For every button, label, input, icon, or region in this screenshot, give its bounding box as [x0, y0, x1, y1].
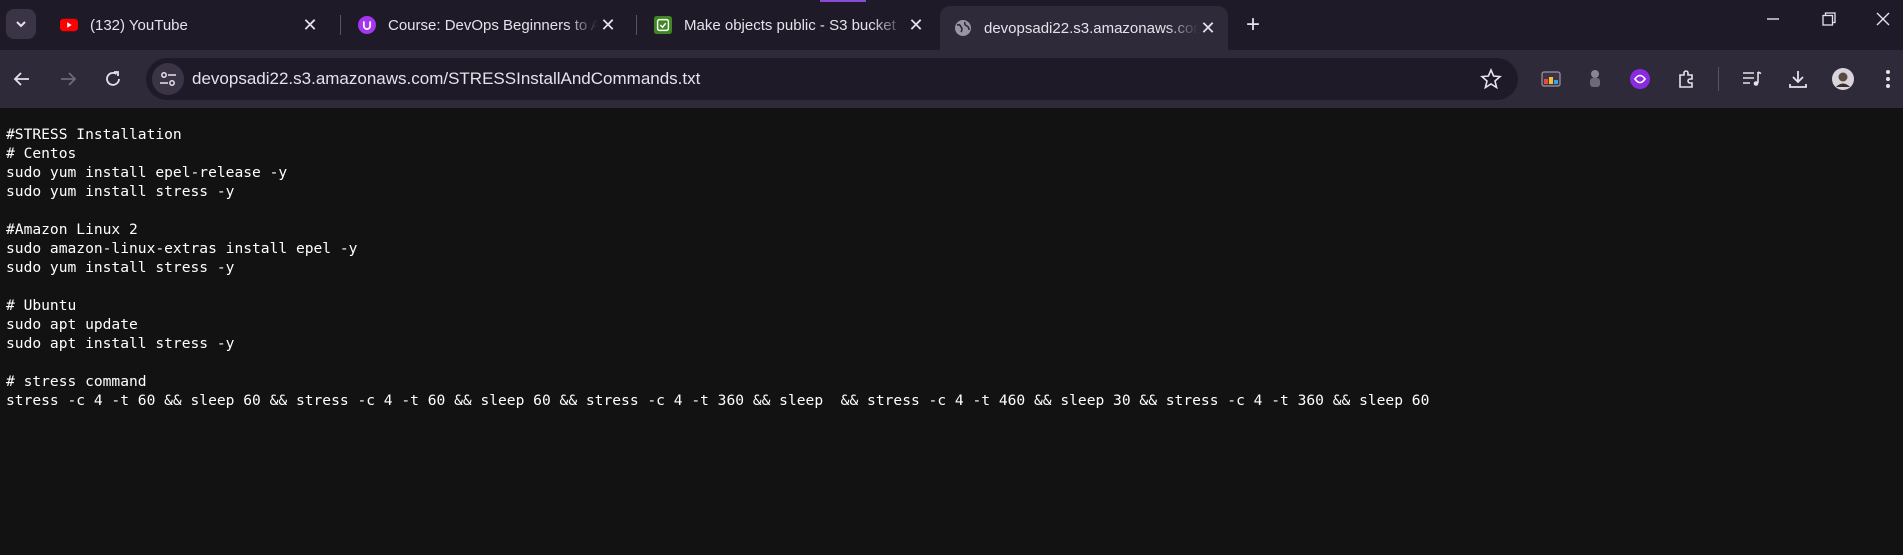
- tab-strip: (132) YouTube ✕ Course: DevOps Beginners…: [0, 0, 1903, 50]
- extension-purple-icon[interactable]: [1626, 65, 1654, 93]
- url-text[interactable]: devopsadi22.s3.amazonaws.com/STRESSInsta…: [192, 69, 700, 89]
- reload-button[interactable]: [97, 63, 129, 95]
- youtube-icon: [60, 16, 78, 34]
- address-bar[interactable]: devopsadi22.s3.amazonaws.com/STRESSInsta…: [146, 58, 1518, 100]
- star-icon: [1480, 67, 1502, 90]
- doc-line: sudo yum install stress -y: [6, 259, 235, 276]
- close-icon[interactable]: ✕: [300, 15, 320, 35]
- arrow-right-icon: [61, 72, 77, 86]
- doc-line: sudo apt update: [6, 316, 138, 333]
- close-icon: [1876, 12, 1890, 26]
- menu-button[interactable]: [1874, 65, 1902, 93]
- tab-title: Make objects public - S3 bucket: [684, 16, 896, 34]
- avatar: [1832, 68, 1854, 90]
- photo-extension-icon: [1541, 71, 1561, 87]
- puzzle-icon: [1679, 70, 1693, 88]
- minimize-button[interactable]: [1753, 10, 1793, 31]
- site-info-button[interactable]: [152, 63, 184, 95]
- doc-line: #Amazon Linux 2: [6, 221, 138, 238]
- close-icon[interactable]: ✕: [598, 15, 618, 35]
- purple-extension-icon: [1630, 69, 1650, 89]
- window-close-button[interactable]: [1863, 10, 1903, 31]
- forward-button[interactable]: [52, 63, 84, 95]
- back-button[interactable]: [6, 63, 38, 95]
- page-content: #STRESS Installation # Centos sudo yum i…: [0, 108, 1903, 555]
- bookmark-star-button[interactable]: [1480, 67, 1502, 95]
- doc-line: sudo amazon-linux-extras install epel -y: [6, 240, 358, 257]
- restore-button[interactable]: [1809, 10, 1849, 31]
- text-document: #STRESS Installation # Centos sudo yum i…: [6, 125, 1429, 410]
- doc-line: sudo apt install stress -y: [6, 335, 235, 352]
- figure-extension-icon: [1590, 70, 1600, 87]
- download-icon: [1789, 71, 1807, 88]
- chevron-down-icon: [16, 21, 26, 28]
- doc-line: # Centos: [6, 145, 77, 162]
- queue-music-icon: [1743, 71, 1762, 86]
- globe-icon: [954, 19, 972, 37]
- tab-title: devopsadi22.s3.amazonaws.com/STRESSInsta…: [984, 19, 1198, 37]
- tab-course[interactable]: Course: DevOps Beginners to Advanced ✕: [344, 6, 628, 44]
- extension-grey-icon[interactable]: [1581, 65, 1609, 93]
- tune-icon: [160, 72, 176, 86]
- arrow-left-icon: [13, 72, 29, 86]
- doc-line: # Ubuntu: [6, 297, 77, 314]
- reload-icon: [106, 71, 120, 86]
- profile-button[interactable]: [1829, 65, 1857, 93]
- tab-s3-bucket[interactable]: Make objects public - S3 bucket ✕: [640, 6, 936, 44]
- doc-line: stress -c 4 -t 60 && sleep 60 && stress …: [6, 392, 1430, 409]
- minimize-icon: [1767, 18, 1779, 20]
- browser-toolbar: devopsadi22.s3.amazonaws.com/STRESSInsta…: [0, 50, 1903, 108]
- more-vert-icon: [1886, 70, 1890, 88]
- udemy-icon: [358, 16, 376, 34]
- doc-line: sudo yum install stress -y: [6, 183, 235, 200]
- tab-group-indicator: [820, 0, 866, 2]
- tab-title: (132) YouTube: [90, 16, 188, 34]
- tab-search-button[interactable]: [6, 9, 36, 39]
- media-controls-button[interactable]: [1738, 65, 1766, 93]
- doc-line: sudo yum install epel-release -y: [6, 164, 288, 181]
- tab-separator: [340, 15, 341, 35]
- new-tab-button[interactable]: +: [1240, 12, 1266, 38]
- toolbar-divider: [1718, 67, 1719, 91]
- tab-title: Course: DevOps Beginners to Advanced: [388, 16, 598, 34]
- close-icon[interactable]: ✕: [1198, 18, 1218, 38]
- tab-separator: [636, 15, 637, 35]
- extension-tab-icon[interactable]: [1537, 65, 1565, 93]
- close-icon[interactable]: ✕: [906, 15, 926, 35]
- extensions-button[interactable]: [1672, 65, 1700, 93]
- doc-line: # stress command: [6, 373, 147, 390]
- doc-line: #STRESS Installation: [6, 126, 182, 143]
- restore-icon: [1822, 12, 1836, 26]
- tab-active-txt[interactable]: devopsadi22.s3.amazonaws.com/STRESSInsta…: [940, 6, 1228, 50]
- aws-s3-icon: [654, 16, 672, 34]
- downloads-button[interactable]: [1784, 65, 1812, 93]
- tab-youtube[interactable]: (132) YouTube ✕: [46, 6, 330, 44]
